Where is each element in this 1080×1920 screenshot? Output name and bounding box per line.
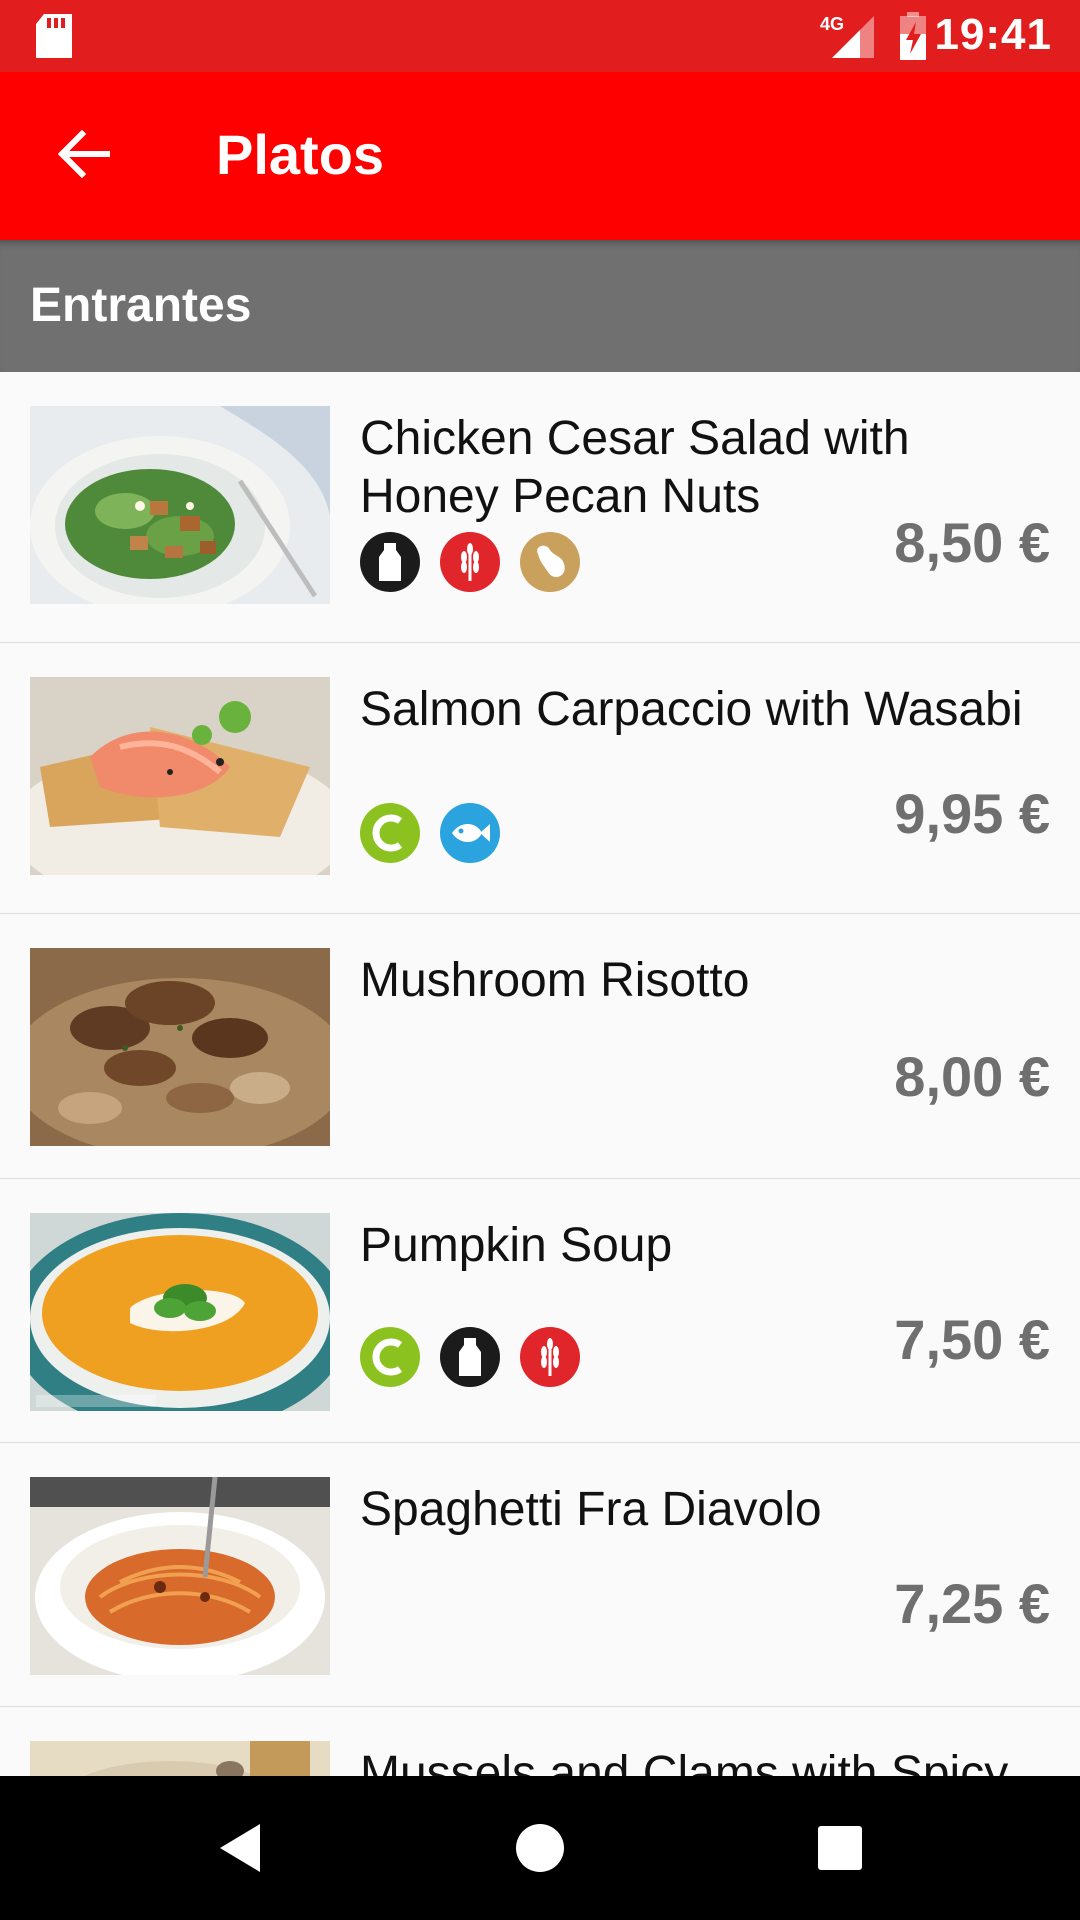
dish-photo xyxy=(30,948,330,1146)
dish-price: 7,25 € xyxy=(894,1572,1050,1635)
nav-back-button[interactable] xyxy=(204,1814,276,1886)
dish-price: 7,50 € xyxy=(894,1308,1050,1371)
section-title: Entrantes xyxy=(30,279,252,332)
dish-item[interactable]: Salmon Carpaccio with Wasabi 9,95 € xyxy=(0,643,1080,916)
home-circle-icon xyxy=(514,1822,566,1879)
dish-photo xyxy=(30,1741,330,1776)
dish-item[interactable]: Spaghetti Fra Diavolo 7,25 € xyxy=(0,1443,1080,1709)
back-triangle-icon xyxy=(216,1822,264,1879)
back-button[interactable] xyxy=(40,116,128,196)
dish-name: Spaghetti Fra Diavolo xyxy=(360,1483,822,1536)
nav-home-button[interactable] xyxy=(504,1814,576,1886)
dish-name: Salmon Carpaccio with Wasabi xyxy=(360,683,1023,736)
dish-name: Chicken Cesar Salad with Honey Pecan Nut… xyxy=(360,412,910,523)
milk-icon xyxy=(440,1327,500,1387)
clock: 19:41 xyxy=(934,10,1052,59)
dish-photo xyxy=(30,677,330,875)
dish-photo xyxy=(30,406,330,604)
page-title: Platos xyxy=(216,123,385,186)
dish-price: 9,95 € xyxy=(894,782,1050,845)
arrow-back-icon xyxy=(57,129,111,183)
dish-name: Mushroom Risotto xyxy=(360,954,750,1007)
signal-4g-icon: 4G xyxy=(820,12,876,65)
celery-icon xyxy=(360,803,420,863)
dish-price: 8,50 € xyxy=(894,511,1050,574)
peanuts-icon xyxy=(520,532,580,592)
dish-item[interactable]: Mushroom Risotto 8,00 € xyxy=(0,914,1080,1181)
dish-item[interactable]: Mussels and Clams with Spicy xyxy=(0,1707,1080,1776)
section-header: Entrantes xyxy=(0,240,1080,372)
recents-square-icon xyxy=(816,1824,864,1877)
dish-name: Mussels and Clams with Spicy xyxy=(360,1747,1009,1776)
svg-text:4G: 4G xyxy=(820,14,844,34)
sd-card-icon xyxy=(36,14,72,63)
milk-icon xyxy=(360,532,420,592)
battery-charging-icon xyxy=(898,12,928,65)
dish-price: 8,00 € xyxy=(894,1045,1050,1108)
nav-recents-button[interactable] xyxy=(804,1814,876,1886)
celery-icon xyxy=(360,1327,420,1387)
fish-icon xyxy=(440,803,500,863)
dish-item[interactable]: Chicken Cesar Salad with Honey Pecan Nut… xyxy=(0,372,1080,645)
dish-photo xyxy=(30,1477,330,1675)
navigation-bar xyxy=(0,1776,1080,1920)
gluten-icon xyxy=(440,532,500,592)
allergen-list xyxy=(360,532,580,592)
allergen-list xyxy=(360,803,500,863)
dish-photo xyxy=(30,1213,330,1411)
dish-list[interactable]: Chicken Cesar Salad with Honey Pecan Nut… xyxy=(0,372,1080,1776)
allergen-list xyxy=(360,1327,580,1387)
status-bar: 4G 19:41 xyxy=(0,0,1080,72)
dish-name: Pumpkin Soup xyxy=(360,1219,673,1272)
dish-item[interactable]: Pumpkin Soup 7,50 € xyxy=(0,1179,1080,1445)
app-bar: Platos xyxy=(0,72,1080,240)
gluten-icon xyxy=(520,1327,580,1387)
